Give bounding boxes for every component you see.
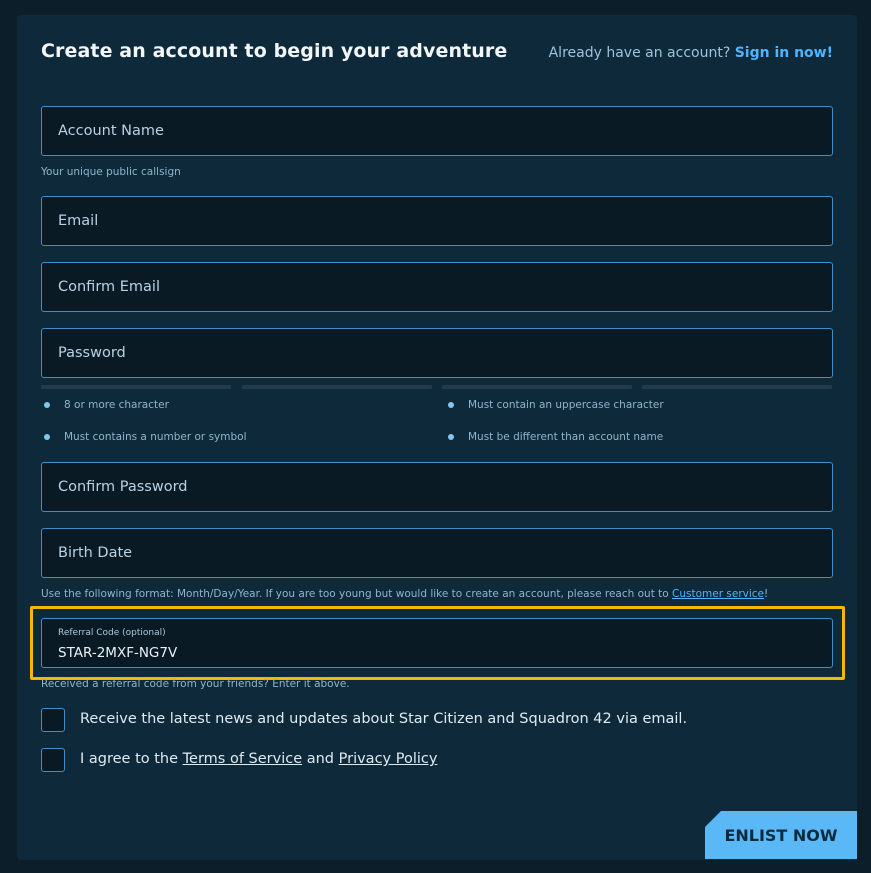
bullet-icon bbox=[448, 434, 454, 440]
password-strength-segment-4 bbox=[642, 385, 832, 389]
bullet-icon bbox=[448, 402, 454, 408]
birth-date-field[interactable] bbox=[41, 528, 833, 578]
password-input[interactable] bbox=[42, 329, 832, 377]
birth-date-hint-end: ! bbox=[764, 588, 769, 600]
password-field[interactable] bbox=[41, 328, 833, 378]
enlist-now-button[interactable]: ENLIST NOW bbox=[705, 811, 857, 859]
referral-code-hint: Received a referral code from your frien… bbox=[41, 678, 350, 690]
referral-code-field[interactable]: Referral Code (optional) bbox=[41, 618, 833, 668]
password-rule: Must contain an uppercase character bbox=[448, 399, 664, 411]
password-strength-segment-2 bbox=[242, 385, 432, 389]
terms-of-service-link[interactable]: Terms of Service bbox=[183, 751, 302, 767]
email-input[interactable] bbox=[42, 197, 832, 245]
password-rule-text: Must contains a number or symbol bbox=[64, 431, 247, 443]
password-strength-segment-1 bbox=[41, 385, 231, 389]
terms-and: and bbox=[302, 751, 339, 767]
terms-checkbox[interactable] bbox=[41, 748, 65, 772]
password-rule-text: 8 or more character bbox=[64, 399, 169, 411]
password-rule: 8 or more character bbox=[44, 399, 169, 411]
newsletter-checkbox[interactable] bbox=[41, 708, 65, 732]
password-rule: Must contains a number or symbol bbox=[44, 431, 247, 443]
account-name-input[interactable] bbox=[42, 107, 832, 155]
account-name-field[interactable] bbox=[41, 106, 833, 156]
signin-prompt-text: Already have an account? bbox=[548, 45, 731, 61]
privacy-policy-link[interactable]: Privacy Policy bbox=[339, 751, 438, 767]
password-rule-text: Must contain an uppercase character bbox=[468, 399, 664, 411]
signin-prompt: Already have an account? Sign in now! bbox=[549, 45, 833, 61]
terms-label: I agree to the Terms of Service and Priv… bbox=[80, 751, 437, 767]
referral-code-input[interactable] bbox=[42, 641, 832, 665]
birth-date-hint-text: Use the following format: Month/Day/Year… bbox=[41, 588, 673, 600]
signin-link[interactable]: Sign in now! bbox=[735, 45, 833, 61]
bullet-icon bbox=[44, 434, 50, 440]
customer-service-link[interactable]: Customer service bbox=[672, 588, 764, 600]
confirm-email-field[interactable] bbox=[41, 262, 833, 312]
account-name-hint: Your unique public callsign bbox=[41, 166, 181, 178]
terms-prefix: I agree to the bbox=[80, 751, 183, 767]
birth-date-hint: Use the following format: Month/Day/Year… bbox=[41, 588, 768, 600]
confirm-email-input[interactable] bbox=[42, 263, 832, 311]
password-strength-segment-3 bbox=[442, 385, 632, 389]
confirm-password-input[interactable] bbox=[42, 463, 832, 511]
confirm-password-field[interactable] bbox=[41, 462, 833, 512]
newsletter-label: Receive the latest news and updates abou… bbox=[80, 711, 688, 727]
referral-code-label: Referral Code (optional) bbox=[58, 628, 166, 638]
password-rule-text: Must be different than account name bbox=[468, 431, 664, 443]
birth-date-input[interactable] bbox=[42, 529, 832, 577]
bullet-icon bbox=[44, 402, 50, 408]
password-rule: Must be different than account name bbox=[448, 431, 663, 443]
email-field[interactable] bbox=[41, 196, 833, 246]
page-title: Create an account to begin your adventur… bbox=[41, 40, 508, 62]
